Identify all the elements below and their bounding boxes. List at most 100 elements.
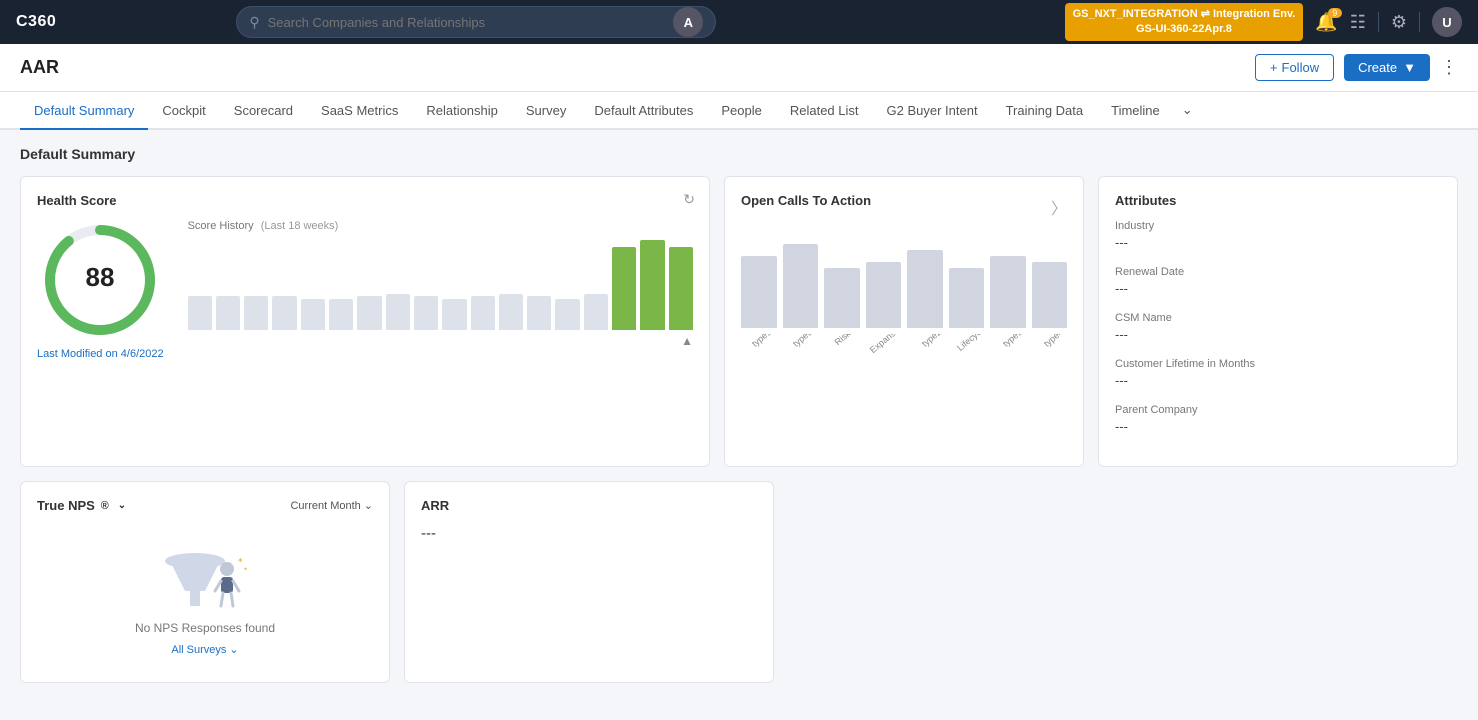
page-title: AAR [20, 57, 59, 78]
notification-badge: 9 [1328, 8, 1342, 18]
bar-2 [216, 296, 240, 330]
svg-text:88: 88 [86, 262, 115, 292]
env-sub-label: GS-UI-360-22Apr.8 [1073, 22, 1296, 37]
bar-chart-wrap: Score History (Last 18 weeks) [188, 220, 693, 348]
attr-label-csm: CSM Name [1115, 312, 1441, 324]
create-button[interactable]: Create ▼ [1344, 54, 1430, 81]
user-avatar[interactable]: U [1432, 7, 1462, 37]
app-logo: C360 [16, 13, 56, 31]
tab-related-list[interactable]: Related List [776, 93, 873, 130]
bar-1 [188, 296, 212, 330]
attr-row-csm: CSM Name --- [1115, 312, 1441, 342]
calls-bar-5 [907, 250, 943, 328]
health-score-inner: 88 Last Modified on 4/6/2022 Score Histo… [37, 220, 693, 360]
attr-row-renewal: Renewal Date --- [1115, 266, 1441, 296]
tab-default-attributes[interactable]: Default Attributes [580, 93, 707, 130]
grid-icon[interactable]: ☷ [1350, 12, 1366, 33]
nps-empty-text: No NPS Responses found [135, 621, 275, 635]
calls-nav-right[interactable]: 〉 [1051, 195, 1067, 219]
score-history-chart [188, 240, 693, 330]
tabs-bar: Default Summary Cockpit Scorecard SaaS M… [0, 92, 1478, 130]
bar-12 [499, 294, 523, 330]
score-circle: 88 [40, 220, 160, 340]
score-history-label: Score History (Last 18 weeks) [188, 220, 693, 232]
calls-bar-1 [741, 256, 777, 328]
svg-text:✦: ✦ [243, 566, 248, 573]
more-options-button[interactable]: ⋮ [1440, 57, 1458, 78]
tab-relationship[interactable]: Relationship [412, 93, 512, 130]
attr-value-csm: --- [1115, 327, 1441, 342]
bar-8 [386, 294, 410, 330]
nps-period[interactable]: Current Month ⌄ [290, 499, 373, 512]
attr-row-industry: Industry --- [1115, 220, 1441, 250]
attr-value-parent: --- [1115, 419, 1441, 434]
page-content: Default Summary Health Score ↻ 88 Last M… [0, 130, 1478, 710]
nps-title: True NPS® ⌄ [37, 498, 126, 513]
nps-empty-state: ✦ ✦ No NPS Responses found All Surveys ⌄ [37, 521, 373, 666]
bar-18 [669, 247, 693, 330]
tab-timeline[interactable]: Timeline [1097, 93, 1174, 130]
tab-training-data[interactable]: Training Data [992, 93, 1098, 130]
bar-9 [414, 296, 438, 330]
attr-value-lifetime: --- [1115, 373, 1441, 388]
bar-15 [584, 294, 608, 330]
attr-label-industry: Industry [1115, 220, 1441, 232]
section-title: Default Summary [20, 146, 1458, 162]
arr-value: --- [421, 525, 757, 542]
bar-10 [442, 299, 466, 331]
bar-4 [272, 296, 296, 330]
refresh-icon[interactable]: ↻ [683, 191, 695, 208]
notifications-icon[interactable]: 🔔 9 [1315, 12, 1337, 33]
env-top-label: GS_NXT_INTEGRATION ⇌ Integration Env. [1073, 7, 1296, 22]
health-score-card: Health Score ↻ 88 Last Modified on 4/6/2… [20, 176, 710, 467]
nps-header: True NPS® ⌄ Current Month ⌄ [37, 498, 373, 513]
bar-6 [329, 299, 353, 331]
calls-bar-8 [1032, 262, 1068, 328]
search-input[interactable] [268, 15, 666, 30]
last-modified-label: Last Modified on 4/6/2022 [37, 348, 164, 360]
score-circle-wrap: 88 Last Modified on 4/6/2022 [37, 220, 164, 360]
calls-bar-4 [866, 262, 902, 328]
search-bar[interactable]: ⚲ A [236, 6, 716, 38]
user-avatar-search: A [673, 7, 703, 37]
period-chevron: ⌄ [364, 499, 373, 512]
follow-button[interactable]: + Follow [1255, 54, 1334, 81]
bar-16 [612, 247, 636, 330]
tabs-more-button[interactable]: ⌄ [1174, 92, 1201, 128]
bar-17 [640, 240, 664, 330]
nav-icons: 🔔 9 ☷ ⚙ U [1315, 7, 1462, 37]
arr-card: ARR --- [404, 481, 774, 683]
plus-icon: + [1270, 60, 1278, 75]
tab-saas-metrics[interactable]: SaaS Metrics [307, 93, 412, 130]
attr-label-lifetime: Customer Lifetime in Months [1115, 358, 1441, 370]
attributes-title: Attributes [1115, 193, 1441, 208]
health-score-title: Health Score [37, 193, 693, 208]
all-surveys-link[interactable]: All Surveys ⌄ [171, 643, 238, 656]
tab-people[interactable]: People [707, 93, 775, 130]
attr-row-lifetime: Customer Lifetime in Months --- [1115, 358, 1441, 388]
arr-title: ARR [421, 498, 757, 513]
calls-bar-7 [990, 256, 1026, 328]
bar-5 [301, 299, 325, 331]
open-calls-title: Open Calls To Action [741, 193, 871, 208]
nav-divider [1378, 12, 1379, 32]
chart-triangle: ▲ [681, 334, 693, 348]
tab-g2-buyer-intent[interactable]: G2 Buyer Intent [873, 93, 992, 130]
calls-bar-6 [949, 268, 985, 328]
tab-survey[interactable]: Survey [512, 93, 580, 130]
page-header: AAR + Follow Create ▼ ⋮ [0, 44, 1478, 92]
settings-icon[interactable]: ⚙ [1391, 12, 1407, 33]
svg-text:✦: ✦ [237, 556, 244, 565]
tab-default-summary[interactable]: Default Summary [20, 93, 148, 130]
calls-bar-2 [783, 244, 819, 328]
attr-value-industry: --- [1115, 235, 1441, 250]
tab-scorecard[interactable]: Scorecard [220, 93, 307, 130]
env-badge: GS_NXT_INTEGRATION ⇌ Integration Env. GS… [1065, 3, 1304, 42]
tab-cockpit[interactable]: Cockpit [148, 93, 219, 130]
nps-chevron[interactable]: ⌄ [118, 500, 126, 511]
attr-label-renewal: Renewal Date [1115, 266, 1441, 278]
bar-13 [527, 296, 551, 330]
bottom-grid: True NPS® ⌄ Current Month ⌄ [20, 481, 1458, 683]
bar-14 [555, 299, 579, 331]
calls-bar-3 [824, 268, 860, 328]
